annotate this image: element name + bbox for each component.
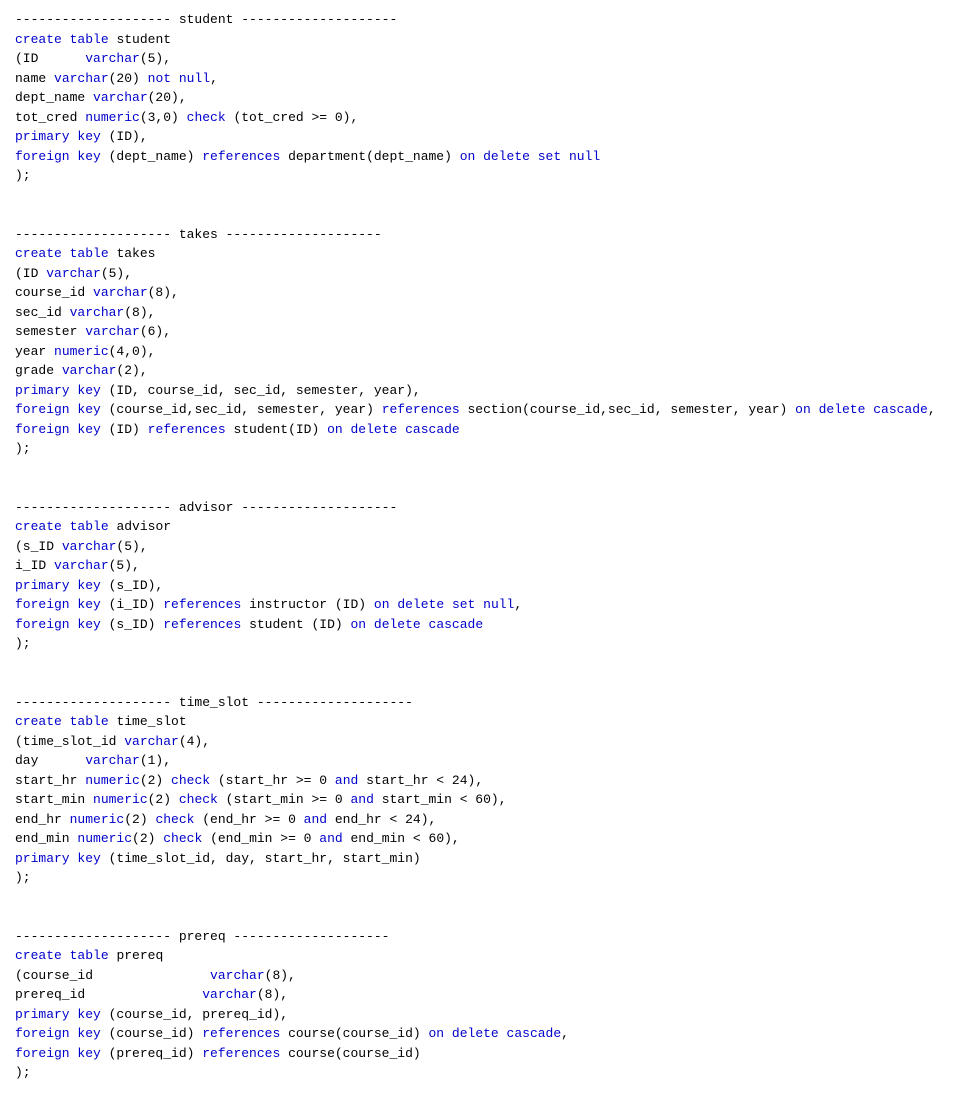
code-line: start_min numeric(2) check (start_min >=… <box>15 790 940 810</box>
code-line: grade varchar(2), <box>15 361 940 381</box>
code-line: name varchar(20) not null, <box>15 69 940 89</box>
code-line: foreign key (prereq_id) references cours… <box>15 1044 940 1064</box>
code-line: (ID varchar(5), <box>15 264 940 284</box>
code-line: year numeric(4,0), <box>15 342 940 362</box>
code-line: create table prereq <box>15 946 940 966</box>
section-divider-time_slot: -------------------- time_slot ---------… <box>15 693 940 713</box>
section-divider-prereq: -------------------- prereq ------------… <box>15 927 940 947</box>
code-line: ); <box>15 868 940 888</box>
code-line: tot_cred numeric(3,0) check (tot_cred >=… <box>15 108 940 128</box>
section-divider-advisor: -------------------- advisor -----------… <box>15 498 940 518</box>
blank-line <box>15 478 940 498</box>
code-line: prereq_id varchar(8), <box>15 985 940 1005</box>
blank-line <box>15 673 940 693</box>
code-line: end_hr numeric(2) check (end_hr >= 0 and… <box>15 810 940 830</box>
code-line: semester varchar(6), <box>15 322 940 342</box>
code-line: primary key (ID), <box>15 127 940 147</box>
blank-line <box>15 888 940 908</box>
code-line: foreign key (course_id,sec_id, semester,… <box>15 400 940 420</box>
blank-line <box>15 205 940 225</box>
code-line: create table time_slot <box>15 712 940 732</box>
code-line: foreign key (dept_name) references depar… <box>15 147 940 167</box>
code-line: primary key (course_id, prereq_id), <box>15 1005 940 1025</box>
section-divider-student: -------------------- student -----------… <box>15 10 940 30</box>
code-line: foreign key (ID) references student(ID) … <box>15 420 940 440</box>
code-line: i_ID varchar(5), <box>15 556 940 576</box>
code-line: end_min numeric(2) check (end_min >= 0 a… <box>15 829 940 849</box>
section-divider-takes: -------------------- takes -------------… <box>15 225 940 245</box>
code-line: start_hr numeric(2) check (start_hr >= 0… <box>15 771 940 791</box>
code-line: sec_id varchar(8), <box>15 303 940 323</box>
code-line: course_id varchar(8), <box>15 283 940 303</box>
code-line: ); <box>15 166 940 186</box>
code-line: (s_ID varchar(5), <box>15 537 940 557</box>
blank-line <box>15 907 940 927</box>
code-line: (ID varchar(5), <box>15 49 940 69</box>
code-line: (time_slot_id varchar(4), <box>15 732 940 752</box>
code-line: create table takes <box>15 244 940 264</box>
code-line: (course_id varchar(8), <box>15 966 940 986</box>
code-line: primary key (ID, course_id, sec_id, seme… <box>15 381 940 401</box>
sql-code-display: -------------------- student -----------… <box>15 10 940 1083</box>
code-line: ); <box>15 1063 940 1083</box>
code-line: ); <box>15 439 940 459</box>
blank-line <box>15 459 940 479</box>
code-line: create table advisor <box>15 517 940 537</box>
code-line: foreign key (i_ID) references instructor… <box>15 595 940 615</box>
code-line: primary key (time_slot_id, day, start_hr… <box>15 849 940 869</box>
code-line: dept_name varchar(20), <box>15 88 940 108</box>
code-line: ); <box>15 634 940 654</box>
code-line: foreign key (course_id) references cours… <box>15 1024 940 1044</box>
code-line: primary key (s_ID), <box>15 576 940 596</box>
code-line: foreign key (s_ID) references student (I… <box>15 615 940 635</box>
blank-line <box>15 186 940 206</box>
code-line: create table student <box>15 30 940 50</box>
code-line: day varchar(1), <box>15 751 940 771</box>
blank-line <box>15 654 940 674</box>
